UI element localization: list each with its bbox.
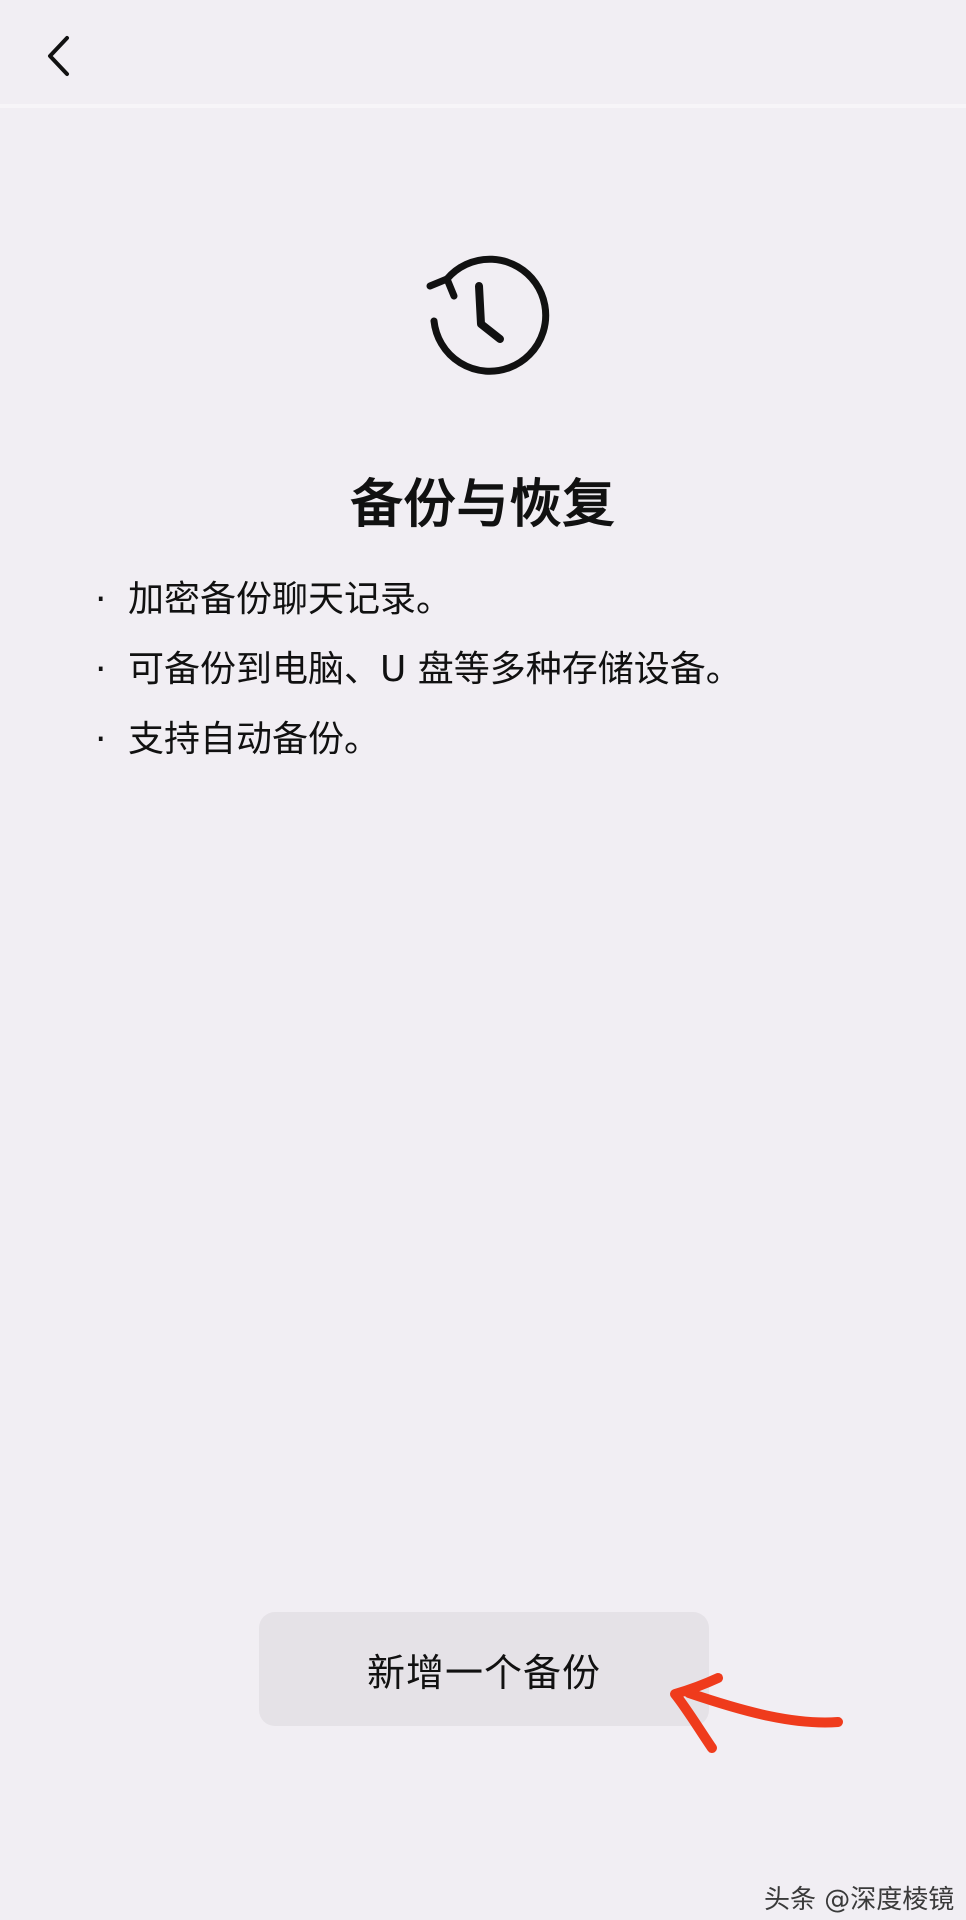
bullet: ·: [95, 719, 107, 760]
feature-item: · 可备份到电脑、U 盘等多种存储设备。: [92, 635, 742, 705]
restore-history-clock-icon: [426, 255, 550, 375]
page-title: 备份与恢复: [350, 475, 616, 535]
back-button[interactable]: [30, 24, 86, 88]
bullet: ·: [95, 649, 107, 690]
feature-text: 可备份到电脑、U 盘等多种存储设备。: [128, 649, 742, 690]
bullet: ·: [95, 579, 107, 620]
add-backup-button[interactable]: 新增一个备份: [259, 1612, 709, 1726]
chevron-left-icon: [48, 36, 69, 76]
feature-list: · 加密备份聊天记录。 · 可备份到电脑、U 盘等多种存储设备。 · 支持自动备…: [92, 565, 742, 775]
feature-item: · 加密备份聊天记录。: [92, 565, 742, 635]
feature-text: 加密备份聊天记录。: [128, 579, 453, 620]
watermark: 头条 @深度棱镜: [764, 1885, 955, 1915]
feature-item: · 支持自动备份。: [92, 705, 742, 775]
header-divider: [0, 104, 966, 108]
feature-text: 支持自动备份。: [128, 719, 381, 760]
red-hand-drawn-arrow-icon: [670, 1673, 843, 1753]
